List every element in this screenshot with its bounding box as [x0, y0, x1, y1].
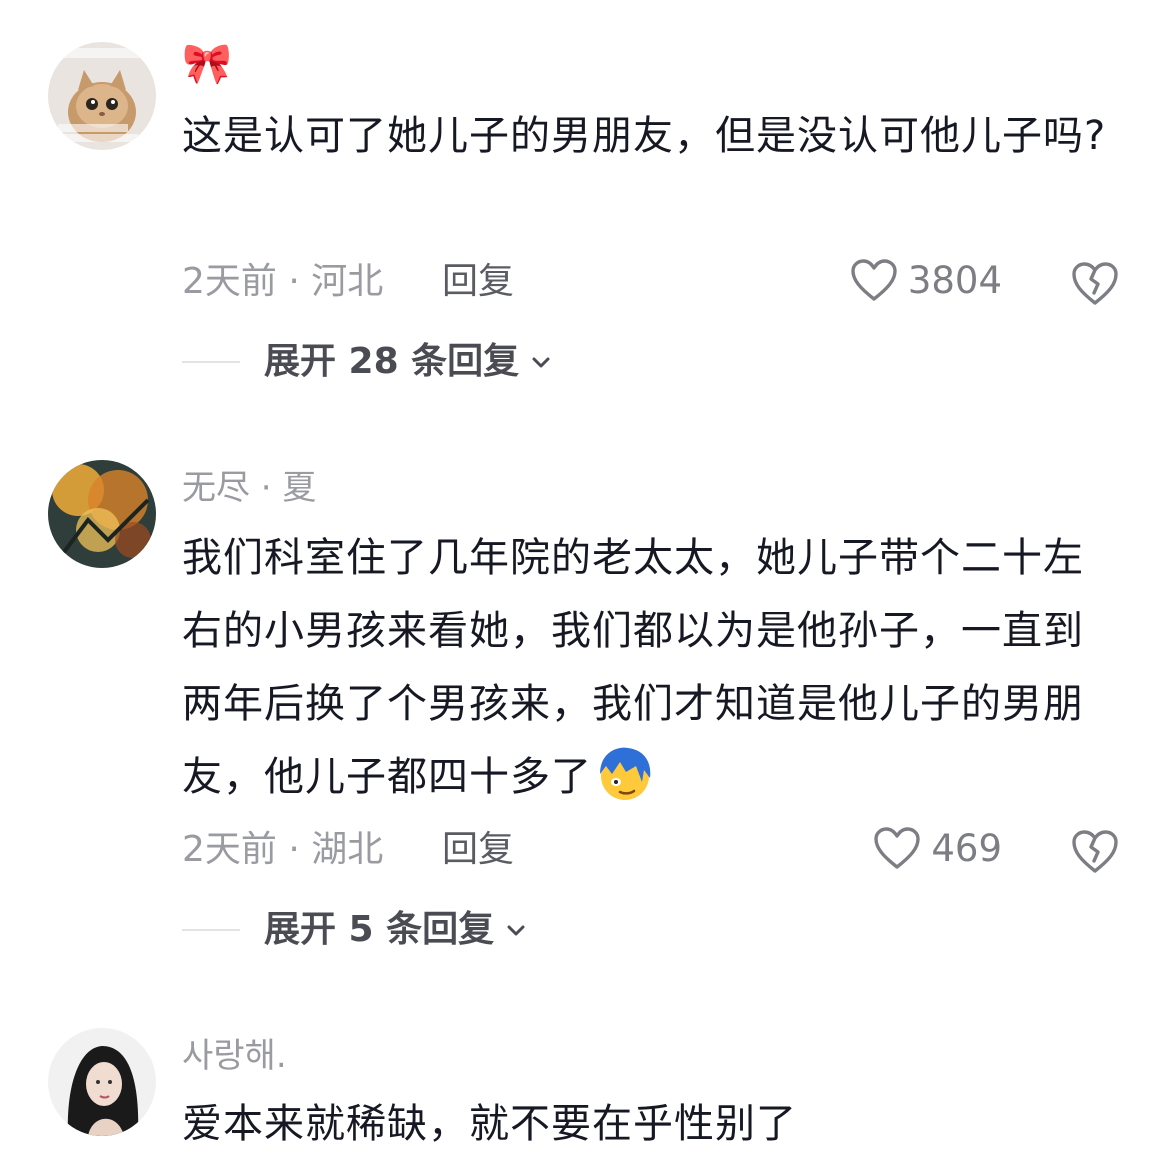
avatar[interactable] [48, 1028, 156, 1136]
username[interactable]: 사랑해. [182, 1036, 287, 1076]
comment-text: 爱本来就稀缺，就不要在乎性别了 [182, 1101, 797, 1147]
comment-item: 사랑해. 爱本来就稀缺，就不要在乎性别了 [0, 0, 1170, 1162]
comment-feed: 🎀 这是认可了她儿子的男朋友，但是没认可他儿子吗? 2天前 · 河北 回复 38… [0, 0, 1170, 1162]
portrait-avatar-image [48, 1028, 156, 1136]
